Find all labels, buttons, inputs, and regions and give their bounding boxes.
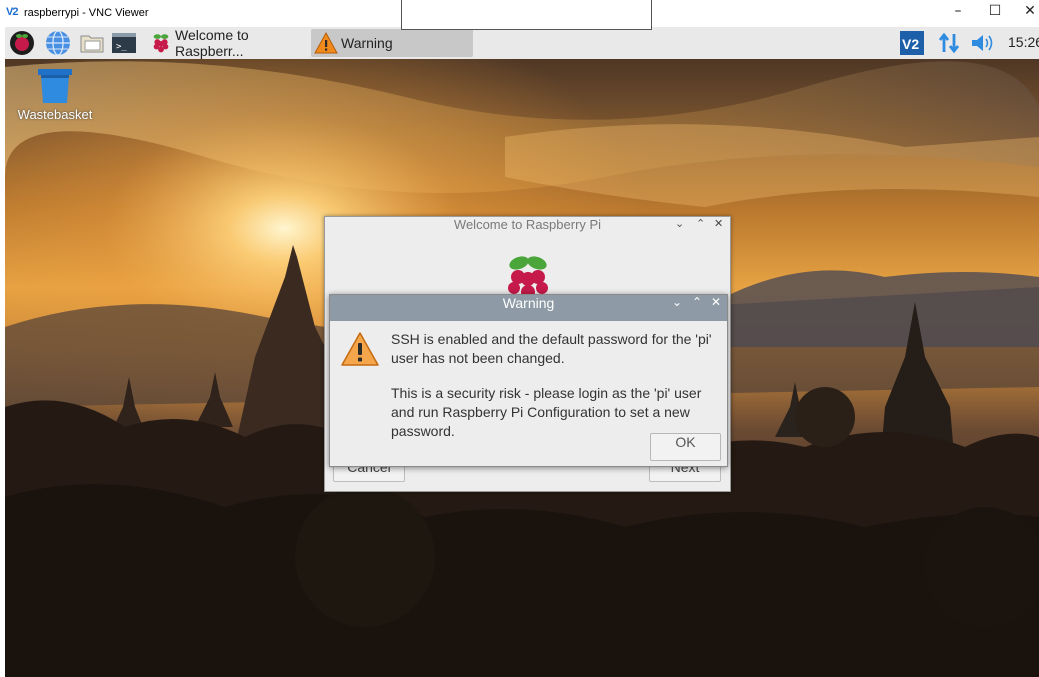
minimize-button[interactable]: – [943, 3, 973, 23]
desktop-icon-label: Wastebasket [17, 107, 93, 122]
raspberry-pi-logo-icon [508, 256, 548, 299]
raspberry-menu-icon[interactable] [9, 30, 35, 56]
dialog-title: Warning [502, 295, 555, 311]
window-title: raspberrypi - VNC Viewer [24, 7, 149, 19]
taskbar-item-warning[interactable]: Warning [311, 29, 473, 57]
svg-text:V2: V2 [902, 36, 919, 52]
taskbar-item-welcome[interactable]: Welcome to Raspberr... [147, 27, 309, 59]
dialog-titlebar[interactable]: Welcome to Raspberry Pi [325, 217, 730, 243]
file-manager-icon[interactable] [79, 30, 105, 56]
desktop-icon-wastebasket[interactable]: Wastebasket [17, 67, 93, 122]
web-browser-icon[interactable] [45, 30, 71, 56]
wastebasket-icon [38, 69, 72, 103]
dialog-minimize-button[interactable]: ⌄ [675, 217, 684, 243]
vnc-server-icon[interactable]: V2 [899, 30, 925, 56]
ok-button[interactable]: OK [650, 433, 721, 461]
taskbar-item-label: Warning [341, 35, 393, 51]
warning-message-primary: SSH is enabled and the default password … [391, 331, 712, 366]
volume-icon[interactable] [969, 30, 997, 56]
vnc-logo-icon: V2 [6, 6, 19, 18]
network-icon[interactable] [937, 30, 961, 56]
svg-text:>_: >_ [116, 42, 127, 52]
dialog-titlebar[interactable]: Warning ⌄ ⌃ ✕ [330, 295, 727, 321]
dialog-title: Welcome to Raspberry Pi [453, 217, 602, 232]
dialog-minimize-button[interactable]: ⌄ [672, 295, 682, 321]
taskbar-item-label: Welcome to Raspberr... [175, 27, 249, 59]
dialog-close-button[interactable]: ✕ [714, 217, 723, 243]
close-button[interactable]: ✕ [1015, 3, 1039, 23]
warning-icon [341, 332, 379, 366]
raspberry-icon [153, 34, 169, 53]
dialog-maximize-button[interactable]: ⌃ [696, 217, 705, 243]
warning-dialog: Warning ⌄ ⌃ ✕ SSH is enabled and the def… [329, 294, 728, 467]
warning-icon [314, 31, 338, 54]
dialog-close-button[interactable]: ✕ [711, 295, 721, 321]
terminal-icon[interactable]: >_ [111, 30, 137, 56]
vnc-toolbar-tab[interactable] [401, 0, 652, 30]
clock: 15:26 [1008, 34, 1039, 50]
dialog-maximize-button[interactable]: ⌃ [692, 295, 702, 321]
taskbar-panel: >_ Welcome to Raspberr... Warning V2 15:… [5, 27, 1039, 59]
maximize-button[interactable]: ☐ [980, 3, 1010, 23]
